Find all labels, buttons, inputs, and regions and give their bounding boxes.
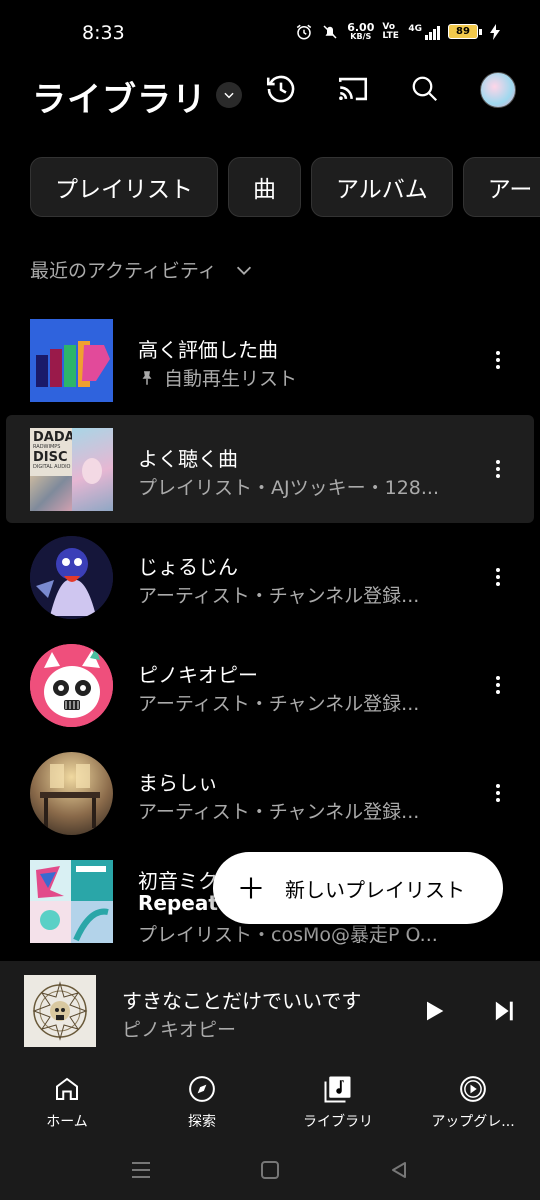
search-icon	[412, 76, 438, 102]
item-subtitle: プレイリスト・cosMo@暴走P O...	[138, 924, 438, 946]
liked-songs-art	[30, 319, 113, 402]
nav-library[interactable]: ライブラリ	[283, 1073, 393, 1131]
status-bar: 8:33 6.00 KB/S Vo LTE 4G 89	[0, 0, 540, 70]
list-item-most-played[interactable]: DADA RADWIMPS DISC DIGITAL AUDIO よく聴く曲 プ…	[6, 415, 534, 523]
more-options-button[interactable]	[486, 455, 510, 483]
home-system-button[interactable]	[257, 1157, 283, 1183]
now-playing-title: すきなことだけでいいです	[122, 989, 362, 1013]
most-played-thumbnail: DADA RADWIMPS DISC DIGITAL AUDIO	[30, 428, 113, 511]
mute-icon	[323, 24, 337, 39]
square-icon	[261, 1161, 279, 1179]
now-playing-artwork	[24, 975, 96, 1047]
item-subtitle: アーティスト・チャンネル登録...	[138, 693, 420, 715]
net-speed: 6.00 KB/S	[347, 21, 375, 41]
status-time: 8:33	[82, 22, 125, 44]
volte-label: Vo LTE	[382, 21, 399, 41]
bottom-navigation: ホーム 探索 ライブラリ アップグレ...	[0, 1061, 540, 1141]
battery-icon: 89	[448, 24, 482, 39]
play-button[interactable]	[420, 997, 448, 1025]
nav-home[interactable]: ホーム	[12, 1073, 122, 1131]
item-title: よく聴く曲	[138, 447, 238, 471]
home-icon	[56, 1077, 78, 1100]
search-button[interactable]	[408, 72, 442, 106]
history-button[interactable]	[264, 72, 298, 106]
list-item-artist-jorujin[interactable]: じょるじん アーティスト・チャンネル登録...	[6, 523, 534, 631]
charging-icon	[490, 23, 500, 40]
library-icon	[324, 1076, 351, 1103]
back-button[interactable]	[386, 1157, 412, 1183]
sort-selector[interactable]: 最近のアクティビティ	[30, 256, 255, 283]
artist-avatar	[30, 644, 113, 727]
upgrade-icon	[460, 1076, 486, 1102]
nav-label: ライブラリ	[303, 1114, 373, 1130]
cast-icon	[338, 77, 368, 101]
page-title: ライブラリ	[32, 80, 207, 120]
chip-artists[interactable]: アー	[462, 157, 540, 217]
new-playlist-label: 新しいプレイリスト	[285, 877, 465, 902]
nav-label: 探索	[188, 1114, 216, 1130]
nav-label: アップグレ...	[431, 1114, 515, 1130]
library-dropdown-button[interactable]	[216, 82, 242, 108]
item-subtitle: 自動再生リスト	[138, 364, 297, 391]
now-playing-artist: ピノキオピー	[122, 1019, 237, 1041]
back-triangle-icon	[392, 1162, 406, 1178]
chevron-down-icon	[236, 266, 251, 275]
playlist-thumbnail	[30, 860, 113, 943]
pin-icon	[142, 370, 152, 385]
list-item-artist-marasy[interactable]: まらしぃ アーティスト・チャンネル登録...	[6, 739, 534, 847]
chip-playlists[interactable]: プレイリスト	[30, 157, 218, 217]
nav-explore[interactable]: 探索	[147, 1073, 257, 1131]
item-subtitle: プレイリスト・AJツッキー・128...	[138, 477, 439, 499]
mini-player[interactable]: すきなことだけでいいです ピノキオピー	[0, 961, 540, 1061]
list-item-artist-pinocchiop[interactable]: ピノキオピー アーティスト・チャンネル登録...	[6, 631, 534, 739]
item-subtitle: アーティスト・チャンネル登録...	[138, 585, 420, 607]
item-title: じょるじん	[138, 555, 238, 579]
list-item-liked-songs[interactable]: 高く評価した曲 自動再生リスト	[6, 306, 534, 414]
nav-label: ホーム	[46, 1114, 88, 1130]
history-icon	[266, 75, 295, 103]
cast-button[interactable]	[336, 72, 370, 106]
nav-upgrade[interactable]: アップグレ...	[418, 1073, 528, 1131]
account-avatar[interactable]	[480, 72, 516, 108]
item-title: 初音ミク	[138, 869, 218, 893]
menu-icon	[132, 1162, 150, 1178]
artist-avatar	[30, 536, 113, 619]
artist-avatar	[30, 752, 113, 835]
next-button[interactable]	[490, 997, 518, 1025]
chip-albums[interactable]: アルバム	[311, 157, 453, 217]
alarm-icon	[297, 24, 312, 39]
play-icon	[427, 1001, 444, 1021]
plus-icon	[240, 877, 262, 899]
item-subtitle: アーティスト・チャンネル登録...	[138, 801, 420, 823]
new-playlist-button[interactable]: 新しいプレイリスト	[213, 852, 503, 924]
item-title: 高く評価した曲	[138, 338, 278, 362]
sort-label: 最近のアクティビティ	[30, 260, 217, 282]
skip-next-icon	[495, 1001, 513, 1021]
chip-songs[interactable]: 曲	[228, 157, 301, 217]
more-options-button[interactable]	[486, 563, 510, 591]
status-icons: 6.00 KB/S Vo LTE 4G 89	[295, 22, 500, 41]
more-options-button[interactable]	[486, 779, 510, 807]
chevron-down-icon	[224, 92, 234, 99]
system-navigation-bar	[0, 1141, 540, 1200]
compass-icon	[189, 1076, 215, 1102]
item-title: まらしぃ	[138, 771, 218, 795]
recent-apps-button[interactable]	[128, 1157, 154, 1183]
item-title: ピノキオピー	[138, 663, 258, 687]
more-options-button[interactable]	[486, 346, 510, 374]
more-options-button[interactable]	[486, 671, 510, 699]
filter-chips: プレイリスト曲アルバム アー	[30, 157, 540, 217]
liked-songs-thumbnail	[30, 319, 113, 402]
signal-icon: 4G	[408, 24, 440, 40]
